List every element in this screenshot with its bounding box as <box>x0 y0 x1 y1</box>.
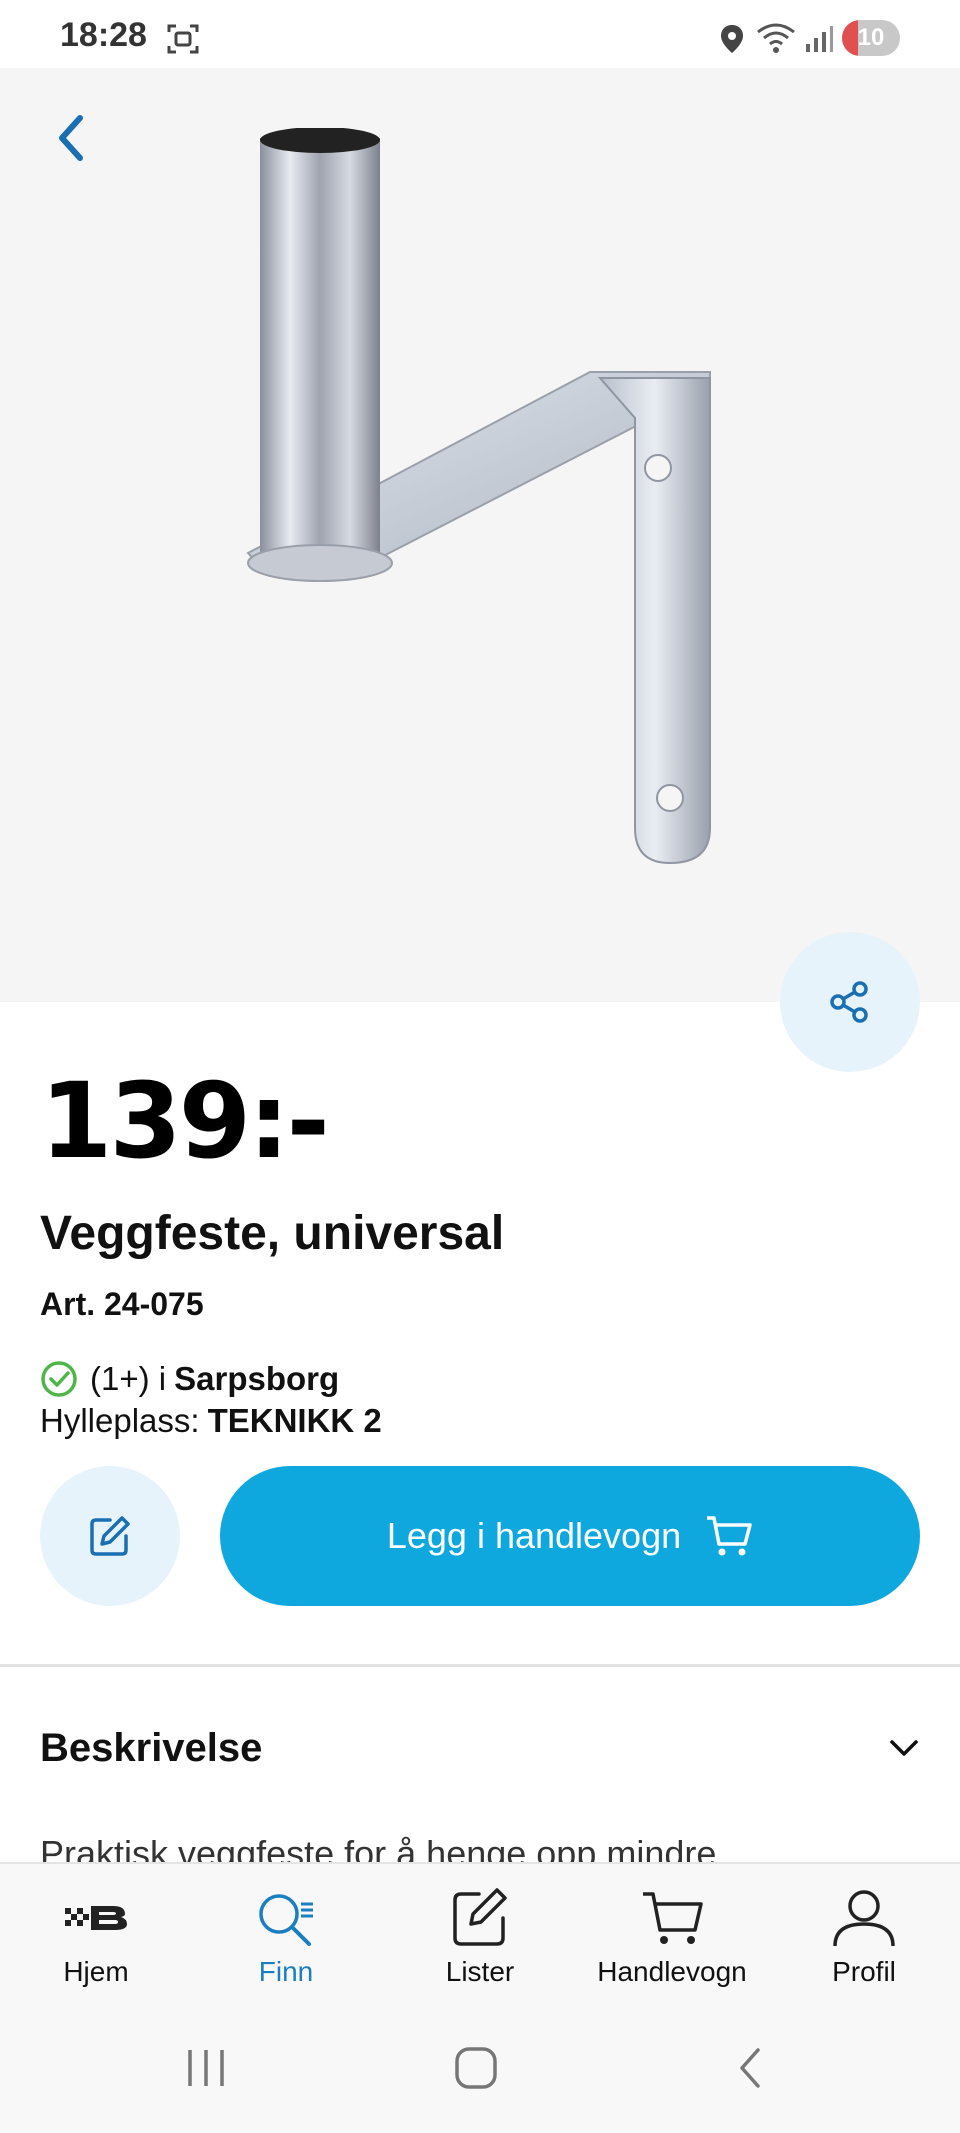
battery-icon: 10 <box>842 20 900 56</box>
edit-icon <box>90 1516 130 1556</box>
chevron-down-icon <box>890 1740 918 1756</box>
nav-label-handlevogn: Handlevogn <box>597 1956 747 1987</box>
add-to-list-button[interactable] <box>40 1466 180 1606</box>
nav-item-hjem[interactable]: Hjem <box>0 1884 192 1994</box>
share-icon <box>830 981 868 1023</box>
system-navigation-bar <box>0 2002 960 2133</box>
profile-icon <box>833 1890 895 1947</box>
screenshot-icon <box>167 24 199 54</box>
search-icon <box>259 1894 313 1946</box>
battery-level: 10 <box>857 24 885 51</box>
edit-list-icon <box>453 1888 507 1946</box>
shelf-value: TEKNIKK 2 <box>207 1402 382 1439</box>
nav-item-finn[interactable]: Finn <box>190 1884 382 1994</box>
status-time: 18:28 <box>60 16 147 54</box>
product-price: 139:- <box>40 1060 330 1182</box>
stock-count: (1+) i <box>90 1360 167 1397</box>
shelf-location: Hylleplass: TEKNIKK 2 <box>40 1402 382 1440</box>
product-image <box>246 128 711 865</box>
description-heading: Beskrivelse <box>40 1725 263 1770</box>
section-divider <box>0 1664 960 1667</box>
back-arrow-icon[interactable] <box>48 108 98 168</box>
location-icon <box>721 25 743 53</box>
add-to-cart-label: Legg i handlevogn <box>386 1515 682 1556</box>
share-button[interactable] <box>780 932 920 1072</box>
home-logo-icon <box>65 1906 127 1930</box>
bottom-navigation: Hjem Finn Lister Handlevogn Profil <box>0 1862 960 2002</box>
home-button-icon[interactable] <box>454 2046 498 2090</box>
cart-icon <box>643 1892 703 1944</box>
article-number: Art. 24-075 <box>40 1286 204 1322</box>
nav-label-profil: Profil <box>832 1956 896 1987</box>
back-button-icon[interactable] <box>730 2046 774 2090</box>
nav-label-finn: Finn <box>258 1956 314 1987</box>
nav-item-profil[interactable]: Profil <box>768 1884 960 1994</box>
description-text: Praktisk veggfeste for å henge opp mindr… <box>40 1833 717 1864</box>
product-image-area <box>0 68 960 1002</box>
store-name[interactable]: Sarpsborg <box>174 1360 339 1398</box>
add-to-cart-button[interactable]: Legg i handlevogn <box>220 1466 920 1606</box>
description-accordion[interactable]: Beskrivelse <box>40 1718 920 1778</box>
nav-item-handlevogn[interactable]: Handlevogn <box>576 1884 768 1994</box>
nav-label-lister: Lister <box>445 1956 515 1987</box>
recent-apps-icon[interactable] <box>184 2046 228 2090</box>
wifi-icon <box>757 23 795 53</box>
stock-check-icon <box>41 1361 77 1397</box>
signal-icon <box>806 26 833 52</box>
cart-icon <box>707 1516 752 1556</box>
nav-item-lister[interactable]: Lister <box>384 1884 576 1994</box>
status-bar: 18:28 10 <box>0 0 960 68</box>
shelf-label: Hylleplass: <box>40 1402 200 1439</box>
nav-label-hjem: Hjem <box>63 1956 129 1987</box>
product-title: Veggfeste, universal <box>40 1207 505 1260</box>
stock-status: (1+) i Sarpsborg <box>40 1356 339 1402</box>
